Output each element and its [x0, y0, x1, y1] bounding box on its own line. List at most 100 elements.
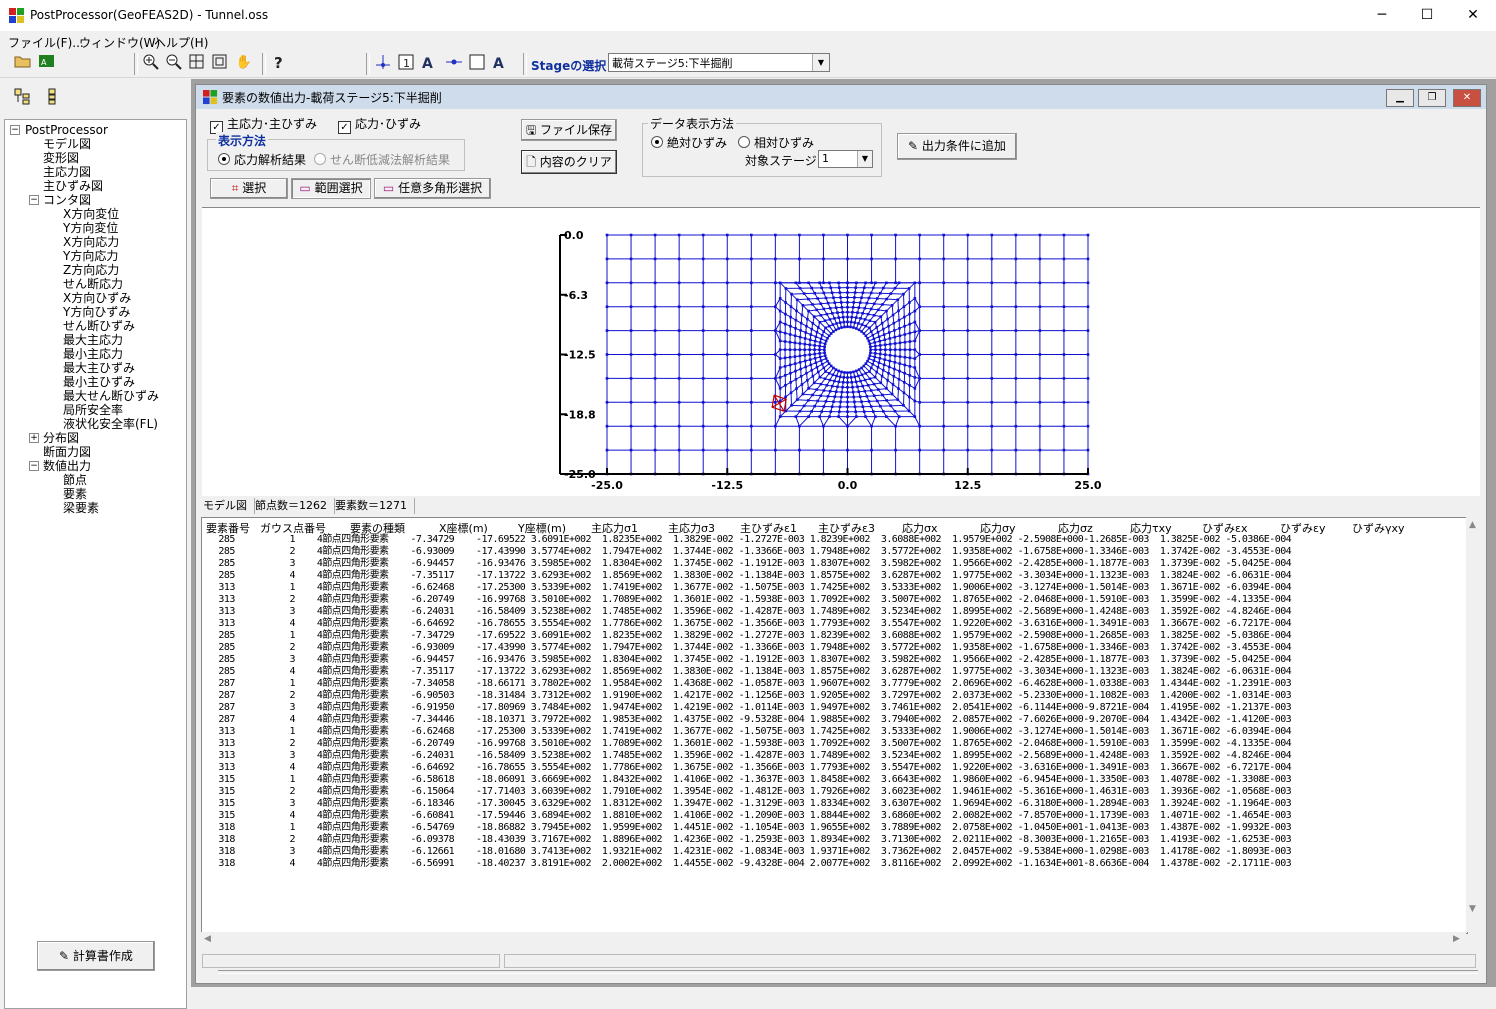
tree-item[interactable]: Y方向応力	[63, 249, 118, 263]
export-icon[interactable]: A	[37, 53, 57, 73]
tree-item[interactable]: 最小主ひずみ	[63, 375, 135, 389]
scroll-right-icon[interactable]: ▶	[1453, 934, 1460, 944]
node-line-icon[interactable]	[444, 53, 464, 73]
mesh-node	[866, 337, 869, 340]
tree-item[interactable]: 最大主ひずみ	[63, 361, 135, 375]
polygon-select-button[interactable]: ▭ 任意多角形選択	[374, 178, 491, 199]
tree-toggle-icon[interactable]: −	[10, 125, 20, 135]
radio-unselected-icon[interactable]	[738, 136, 750, 148]
label-a2-icon[interactable]: A	[490, 53, 510, 73]
scroll-up-icon[interactable]: ▲	[1469, 520, 1476, 530]
add-output-condition-button[interactable]: ✎ 出力条件に追加	[897, 133, 1017, 160]
vertical-scrollbar[interactable]: ▲ ▼	[1466, 517, 1481, 932]
help-icon[interactable]: ?	[269, 53, 289, 73]
tree-item[interactable]: せん断応力	[63, 277, 123, 291]
tree-item[interactable]: せん断ひずみ	[63, 319, 135, 333]
mesh-node	[846, 449, 849, 452]
tree-item[interactable]: コンタ図	[43, 193, 91, 207]
child-minimize-button[interactable]: ▁	[1386, 89, 1414, 107]
tree-item[interactable]: 梁要素	[63, 501, 99, 515]
child-restore-button[interactable]: ❐	[1418, 89, 1446, 107]
horizontal-scrollbar[interactable]: ◀ ▶	[201, 932, 1466, 947]
tree-item[interactable]: 要素	[63, 487, 87, 501]
tree-item[interactable]: 最小主応力	[63, 347, 123, 361]
tree-item[interactable]: 主応力図	[43, 165, 91, 179]
pan-hand-icon[interactable]: ✋	[234, 53, 254, 73]
radio-relative[interactable]: 相対ひずみ	[738, 134, 814, 151]
menu-file[interactable]: ファイル(F)...	[8, 34, 84, 51]
radio-unselected-icon[interactable]	[314, 153, 326, 165]
checkbox-checked-icon[interactable]: ✓	[338, 121, 351, 134]
target-stage-select[interactable]: 1 ▼	[818, 150, 873, 168]
file-save-button[interactable]: 🖫 ファイル保存	[521, 119, 617, 141]
menu-window[interactable]: ウィンドウ(W)	[79, 34, 160, 51]
calc-report-button[interactable]: ✎ 計算書作成	[37, 941, 155, 971]
chevron-down-icon[interactable]: ▼	[857, 151, 872, 167]
tree-toggle-icon[interactable]: −	[29, 195, 39, 205]
menu-help[interactable]: ヘルプ(H)	[154, 34, 208, 51]
tree-item[interactable]: Y方向ひずみ	[63, 305, 130, 319]
tree-item[interactable]: 最大主応力	[63, 333, 123, 347]
model-canvas[interactable]: 0.0-6.3-12.5-18.8-25.0-25.0-12.50.012.52…	[202, 207, 1480, 496]
chevron-down-icon[interactable]: ▼	[812, 54, 829, 71]
scroll-left-icon[interactable]: ◀	[204, 934, 211, 944]
radio-selected-icon[interactable]	[651, 136, 663, 148]
mesh-plot[interactable]: 0.0-6.3-12.5-18.8-25.0-25.0-12.50.012.52…	[202, 208, 1480, 496]
tree-toggle-icon[interactable]: +	[29, 433, 39, 443]
table-row: 287 2 4節点四角形要素 -6.90503 -18.31484 3.7312…	[202, 690, 1291, 702]
radio-stress-result[interactable]: 応力解析結果	[218, 151, 306, 168]
tree-item[interactable]: Y方向変位	[63, 221, 118, 235]
tree-item[interactable]: 数値出力	[43, 459, 91, 473]
mesh-node	[849, 371, 852, 374]
tree-item[interactable]: 節点	[63, 473, 87, 487]
stage-select[interactable]: 載荷ステージ5:下半掘削 ▼	[608, 53, 830, 72]
tree-item[interactable]: 変形図	[43, 151, 79, 165]
zoom-window-icon[interactable]	[187, 53, 207, 73]
mesh-node	[866, 302, 869, 305]
tree-view[interactable]: − PostProcessor モデル図 変形図 主応力図 主ひずみ図 − コン…	[4, 119, 187, 1009]
minimize-button[interactable]: ─	[1359, 0, 1405, 31]
label-a-icon[interactable]: A	[419, 53, 439, 73]
tree-item[interactable]: モデル図	[43, 137, 91, 151]
child-close-button[interactable]: ✕	[1453, 89, 1481, 107]
element-number-icon[interactable]: 1	[396, 53, 416, 73]
tree-item[interactable]: 主ひずみ図	[43, 179, 103, 193]
clear-button[interactable]: 🗋 内容のクリア	[521, 150, 617, 174]
radio-absolute[interactable]: 絶対ひずみ	[651, 134, 727, 151]
radio-shear-result[interactable]: せん断低減法解析結果	[314, 151, 450, 168]
tree-item[interactable]: 分布図	[43, 431, 79, 445]
tree-collapse-icon[interactable]	[44, 88, 64, 108]
tree-toggle-icon[interactable]: −	[29, 461, 39, 471]
mesh-node	[942, 258, 945, 261]
tree-expand-icon[interactable]	[13, 88, 33, 108]
radio-selected-icon[interactable]	[218, 153, 230, 165]
tree-item[interactable]: X方向応力	[63, 235, 119, 249]
rectangle-icon[interactable]	[467, 53, 487, 73]
mesh-node	[808, 343, 811, 346]
zoom-in-icon[interactable]	[141, 53, 161, 73]
maximize-button[interactable]: ☐	[1404, 0, 1450, 31]
tree-item[interactable]: 液状化安全率(FL)	[63, 417, 158, 431]
mesh-node	[827, 302, 830, 305]
tree-item[interactable]: 局所安全率	[63, 403, 123, 417]
zoom-out-icon[interactable]	[164, 53, 184, 73]
scroll-down-icon[interactable]: ▼	[1469, 904, 1476, 914]
open-folder-icon[interactable]	[13, 53, 33, 73]
tree-root[interactable]: PostProcessor	[25, 123, 108, 137]
mesh-node	[899, 334, 902, 337]
tree-item[interactable]: Z方向応力	[63, 263, 119, 277]
tree-item[interactable]: X方向ひずみ	[63, 291, 131, 305]
mesh-node	[880, 382, 883, 385]
tree-item[interactable]: 最大せん断ひずみ	[63, 389, 159, 403]
mesh-node	[868, 400, 871, 403]
range-select-button[interactable]: ▭ 範囲選択	[291, 178, 371, 199]
zoom-fit-icon[interactable]	[210, 53, 230, 73]
tree-item[interactable]: 断面力図	[43, 445, 91, 459]
tree-item[interactable]: X方向変位	[63, 207, 119, 221]
node-display-icon[interactable]	[373, 53, 393, 73]
results-table[interactable]: 要素番号 ガウス点番号 要素の種類 X座標(m) Y座標(m) 主応力σ1 主応…	[201, 517, 1468, 934]
select-button[interactable]: ⌗ 選択	[210, 178, 288, 199]
close-button[interactable]: ✕	[1450, 0, 1496, 31]
stress-checkbox[interactable]: ✓応力･ひずみ	[338, 115, 421, 134]
mesh-node	[726, 258, 729, 261]
